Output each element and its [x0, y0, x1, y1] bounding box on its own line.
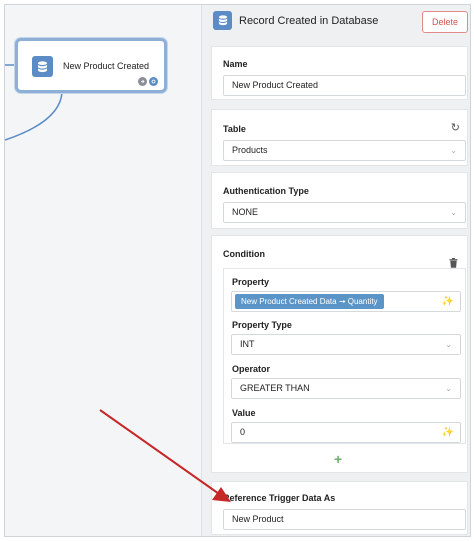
name-section: Name New Product Created	[211, 46, 468, 100]
value-input[interactable]: 0 ✨	[231, 422, 461, 443]
chevron-down-icon: ⌄	[450, 146, 457, 155]
node-label: New Product Created	[63, 61, 150, 71]
reference-section: Reference Trigger Data As New Product	[211, 481, 468, 535]
property-label: Property	[232, 277, 270, 287]
name-label: Name	[223, 59, 248, 69]
condition-rule: Property New Product Created Data ➞ Quan…	[223, 268, 466, 444]
panel-header: Record Created in Database Delete	[202, 5, 470, 41]
property-pill[interactable]: New Product Created Data ➞ Quantity	[235, 294, 384, 309]
auth-select[interactable]: NONE ⌄	[223, 202, 466, 223]
database-icon	[32, 56, 53, 77]
node-settings-icon[interactable]	[138, 77, 147, 86]
trigger-node[interactable]: New Product Created	[15, 38, 167, 93]
auth-section: Authentication Type NONE ⌄	[211, 172, 468, 229]
property-type-select[interactable]: INT ⌄	[231, 334, 461, 355]
condition-label: Condition	[223, 249, 265, 259]
workflow-editor: New Product Created Record Created in Da…	[4, 4, 471, 537]
add-condition-icon[interactable]: +	[334, 451, 342, 467]
property-type-value: INT	[240, 339, 255, 349]
refresh-icon[interactable]: ↻	[451, 121, 460, 134]
reference-input[interactable]: New Product	[223, 509, 466, 530]
condition-section: Condition Property New Product Created D…	[211, 235, 468, 473]
chevron-down-icon: ⌄	[445, 384, 452, 393]
delete-button[interactable]: Delete	[422, 11, 468, 33]
property-input[interactable]: New Product Created Data ➞ Quantity ✨	[231, 291, 461, 312]
reference-label: Reference Trigger Data As	[223, 493, 336, 503]
value-input-text: 0	[240, 427, 246, 437]
operator-select[interactable]: GREATER THAN ⌄	[231, 378, 461, 399]
magic-wand-icon[interactable]: ✨	[442, 423, 454, 442]
table-select[interactable]: Products ⌄	[223, 140, 466, 161]
table-select-value: Products	[232, 145, 268, 155]
chevron-down-icon: ⌄	[445, 340, 452, 349]
auth-select-value: NONE	[232, 207, 259, 217]
workflow-canvas[interactable]: New Product Created	[5, 5, 201, 536]
database-icon	[213, 11, 232, 30]
value-label: Value	[232, 408, 256, 418]
name-input[interactable]: New Product Created	[223, 75, 466, 96]
property-type-label: Property Type	[232, 320, 292, 330]
panel-title: Record Created in Database	[239, 15, 379, 27]
magic-wand-icon[interactable]: ✨	[442, 292, 454, 311]
node-config-panel: Record Created in Database Delete Name N…	[201, 5, 470, 536]
operator-label: Operator	[232, 364, 271, 374]
operator-value: GREATER THAN	[240, 383, 310, 393]
chevron-down-icon: ⌄	[450, 208, 457, 217]
node-link-icon[interactable]	[149, 77, 158, 86]
table-section: Table ↻ Products ⌄	[211, 109, 468, 166]
table-label: Table	[223, 124, 246, 134]
auth-label: Authentication Type	[223, 186, 309, 196]
